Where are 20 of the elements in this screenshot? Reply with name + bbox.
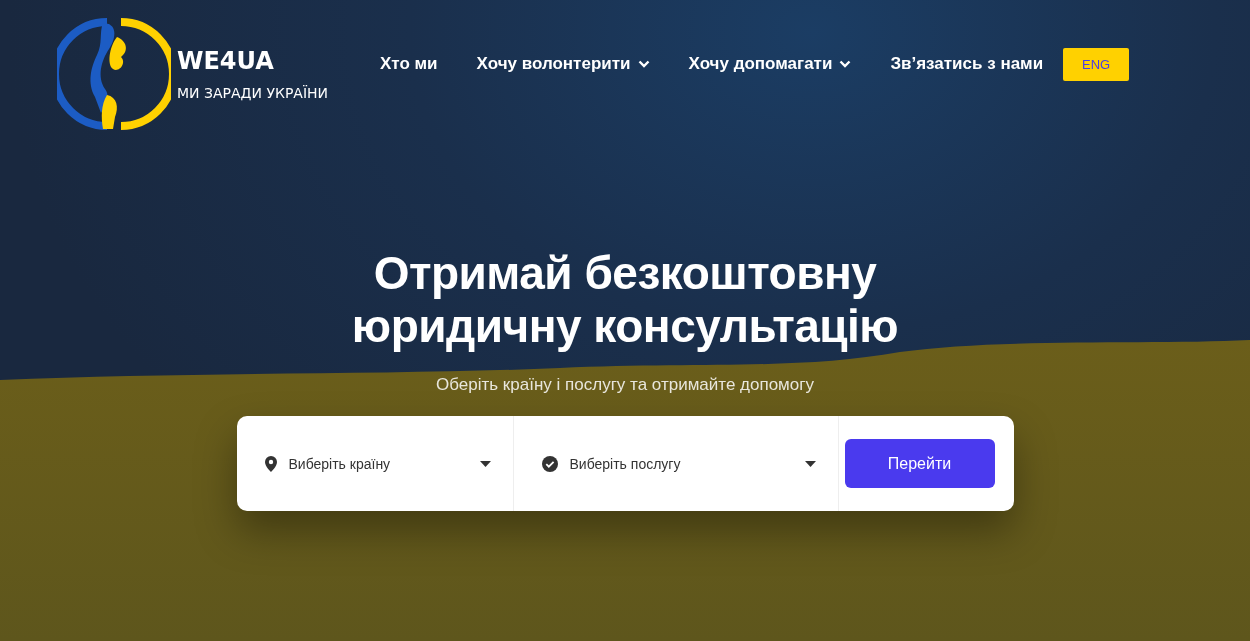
nav-link[interactable]: Зв’язатись з нами	[890, 54, 1044, 74]
nav-dropdown[interactable]: Хочу допомагати	[688, 54, 852, 74]
chevron-down-icon	[839, 60, 852, 68]
hero-title: юридичну консультацію	[351, 300, 899, 353]
location-pin-icon	[264, 455, 277, 472]
hero-subtitle: Оберіть країну і послугу та отримайте допомогу	[436, 375, 814, 395]
nav-dropdown[interactable]: Хочу волонтерити	[476, 54, 650, 74]
go-button[interactable]: Перейти	[844, 439, 995, 488]
logo-tagline: МИ ЗАРАДИ УКРАЇНИ	[177, 85, 329, 101]
select-field[interactable]: Виберіть країну	[236, 416, 514, 511]
nav-link[interactable]: Хто ми	[380, 54, 438, 74]
select-field[interactable]: Виберіть послугу	[513, 416, 839, 511]
language-button[interactable]: ENG	[1063, 47, 1130, 81]
check-circle-icon	[541, 455, 558, 472]
logo-name: WE4UA	[177, 47, 275, 75]
logo-icon	[57, 17, 171, 131]
chevron-down-icon	[637, 60, 650, 68]
caret-icon	[479, 460, 491, 467]
caret-icon	[804, 460, 816, 467]
hero-title: Отримай безкоштовну	[372, 247, 878, 300]
